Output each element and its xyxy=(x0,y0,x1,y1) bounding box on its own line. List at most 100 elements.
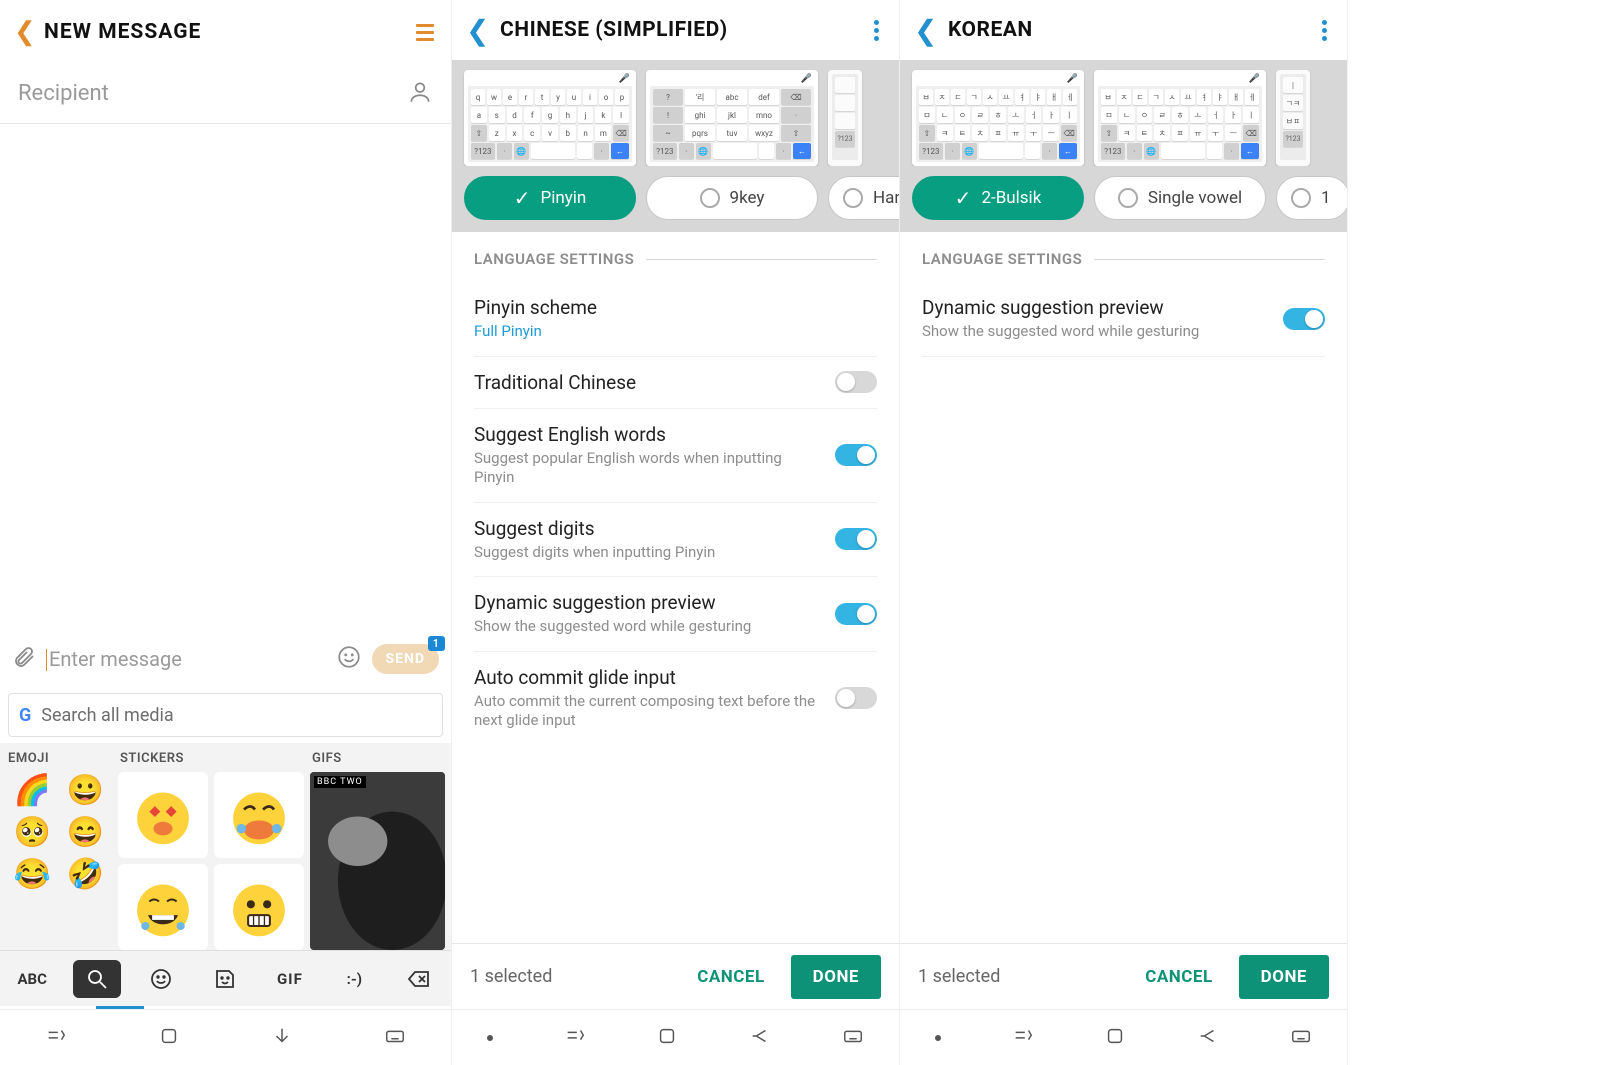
emoji-item[interactable]: 😂 xyxy=(12,860,53,890)
header: ❮ CHINESE (SIMPLIFIED) xyxy=(452,0,899,60)
setting-suggest-english[interactable]: Suggest English words Suggest popular En… xyxy=(474,409,877,503)
selection-count: 1 selected xyxy=(918,966,1119,987)
chip-9key[interactable]: 9key xyxy=(646,176,818,220)
sticker-item[interactable] xyxy=(214,772,304,858)
setting-title: Pinyin scheme xyxy=(474,296,877,319)
setting-subtitle: Show the suggested word while gesturing xyxy=(474,617,821,637)
toggle[interactable] xyxy=(835,528,877,550)
page-title: CHINESE (SIMPLIFIED) xyxy=(500,18,868,42)
text-face-key[interactable]: :-) xyxy=(330,960,378,998)
nav-back-icon[interactable] xyxy=(271,1025,293,1051)
system-nav-bar xyxy=(0,1009,451,1065)
emoji-key-icon[interactable] xyxy=(137,960,185,998)
cancel-button[interactable]: CANCEL xyxy=(1129,957,1228,997)
keyboard-thumb-single-vowel[interactable]: 🎤 ㅂㅈㄷㄱㅅㅛㅕㅑㅐㅔ ㅁㄴㅇㄹㅎㅗㅓㅏㅣ ⇧ㅋㅌㅊㅍㅠㅜㅡ⌫ ?123·🌐·… xyxy=(1094,70,1266,166)
panel-new-message: ❮ NEW MESSAGE Recipient Enter message SE… xyxy=(0,0,452,1065)
keyboard-thumb-qwerty[interactable]: 🎤 qwertyuiop asdfghjkl ⇧zxcvbnm⌫ ?123·🌐·… xyxy=(464,70,636,166)
nav-back-icon[interactable] xyxy=(749,1025,771,1051)
setting-traditional-chinese[interactable]: Traditional Chinese xyxy=(474,357,877,409)
menu-icon[interactable] xyxy=(413,24,437,41)
chip-handwriting[interactable]: Han xyxy=(828,176,899,220)
google-logo-icon: G xyxy=(19,705,31,726)
sticker-item[interactable] xyxy=(118,864,208,950)
sticker-item[interactable] xyxy=(118,772,208,858)
chip-label: 2-Bulsik xyxy=(981,188,1041,208)
emoji-item[interactable]: 🌈 xyxy=(12,776,53,806)
compose-input[interactable]: Enter message xyxy=(46,647,326,672)
nav-home-icon[interactable] xyxy=(1104,1025,1126,1051)
abc-key[interactable]: ABC xyxy=(8,960,56,998)
keyboard-thumb-peek[interactable]: ?123 xyxy=(828,70,862,166)
chip-pinyin[interactable]: ✓Pinyin xyxy=(464,176,636,220)
emoji-grid: 🌈 😀 🥺 😄 😂 🤣 xyxy=(6,772,112,894)
keyboard-thumb-2bulsik[interactable]: 🎤 ㅂㅈㄷㄱㅅㅛㅕㅑㅐㅔ ㅁㄴㅇㄹㅎㅗㅓㅏㅣ ⇧ㅋㅌㅊㅍㅠㅜㅡ⌫ ?123·🌐·… xyxy=(912,70,1084,166)
gif-key[interactable]: GIF xyxy=(266,960,314,998)
header: ❮ NEW MESSAGE xyxy=(0,0,451,64)
chip-peek[interactable]: 1 xyxy=(1276,176,1347,220)
nav-keyboard-icon[interactable] xyxy=(842,1025,864,1051)
toggle[interactable] xyxy=(835,603,877,625)
overflow-menu-icon[interactable] xyxy=(1316,14,1333,47)
keyboard-thumb-9key[interactable]: 🎤 ?'리abcdef⌫ !ghijklmno· ~pqrstuvwxyz⇧ ?… xyxy=(646,70,818,166)
back-icon[interactable]: ❮ xyxy=(914,14,948,47)
overflow-menu-icon[interactable] xyxy=(868,14,885,47)
emoji-item[interactable]: 😄 xyxy=(65,818,106,848)
emoji-item[interactable]: 😀 xyxy=(65,776,106,806)
search-key[interactable] xyxy=(73,960,121,998)
back-icon[interactable]: ❮ xyxy=(14,17,44,47)
footer: 1 selected CANCEL DONE xyxy=(900,943,1347,1009)
compose-placeholder: Enter message xyxy=(49,647,182,671)
toggle[interactable] xyxy=(835,444,877,466)
media-search-row[interactable]: G Search all media xyxy=(8,693,443,737)
sticker-item[interactable] xyxy=(214,864,304,950)
chip-label: 9key xyxy=(730,188,765,208)
chip-2bulsik[interactable]: ✓2-Bulsik xyxy=(912,176,1084,220)
toggle[interactable] xyxy=(835,371,877,393)
contact-picker-icon[interactable] xyxy=(407,79,433,109)
setting-subtitle: Suggest popular English words when input… xyxy=(474,449,821,488)
nav-keyboard-icon[interactable] xyxy=(384,1025,406,1051)
toggle[interactable] xyxy=(835,687,877,709)
emoji-item[interactable]: 🤣 xyxy=(65,860,106,890)
cancel-button[interactable]: CANCEL xyxy=(681,957,780,997)
emoji-item[interactable]: 🥺 xyxy=(12,818,53,848)
attach-icon[interactable] xyxy=(12,645,36,673)
nav-keyboard-icon[interactable] xyxy=(1290,1025,1312,1051)
nav-home-icon[interactable] xyxy=(656,1025,678,1051)
setting-title: Dynamic suggestion preview xyxy=(474,591,821,614)
setting-pinyin-scheme[interactable]: Pinyin scheme Full Pinyin xyxy=(474,282,877,357)
toggle[interactable] xyxy=(1283,308,1325,330)
back-icon[interactable]: ❮ xyxy=(466,14,500,47)
setting-dynamic-preview[interactable]: Dynamic suggestion preview Show the sugg… xyxy=(922,282,1325,357)
gifs-column: GIFS BBC TWO xyxy=(310,747,445,950)
setting-dynamic-preview[interactable]: Dynamic suggestion preview Show the sugg… xyxy=(474,577,877,652)
send-badge: 1 xyxy=(428,636,445,651)
settings-list: LANGUAGE SETTINGS Pinyin scheme Full Pin… xyxy=(452,232,899,943)
gif-item[interactable]: BBC TWO xyxy=(310,772,445,950)
keyboard-thumb-peek[interactable]: | ㄱㅋ ㅂㅍ ?123 xyxy=(1276,70,1310,166)
layout-chip-row: ✓2-Bulsik Single vowel 1 xyxy=(900,166,1347,232)
send-button[interactable]: SEND 1 xyxy=(372,644,439,674)
setting-subtitle: Auto commit the current composing text b… xyxy=(474,692,821,731)
done-button[interactable]: DONE xyxy=(1239,955,1329,999)
setting-auto-commit[interactable]: Auto commit glide input Auto commit the … xyxy=(474,652,877,745)
nav-recents-icon[interactable] xyxy=(45,1025,67,1051)
nav-back-icon[interactable] xyxy=(1197,1025,1219,1051)
nav-recents-icon[interactable] xyxy=(564,1025,586,1051)
emoji-icon[interactable] xyxy=(336,644,362,674)
system-nav-bar xyxy=(900,1009,1347,1065)
setting-suggest-digits[interactable]: Suggest digits Suggest digits when input… xyxy=(474,503,877,578)
recipient-input[interactable]: Recipient xyxy=(18,81,407,106)
emoji-tab-label[interactable]: EMOJI xyxy=(6,747,112,772)
nav-recents-icon[interactable] xyxy=(1012,1025,1034,1051)
nav-home-icon[interactable] xyxy=(158,1025,180,1051)
stickers-tab-label[interactable]: STICKERS xyxy=(118,747,304,772)
setting-subtitle: Show the suggested word while gesturing xyxy=(922,322,1269,342)
chip-single-vowel[interactable]: Single vowel xyxy=(1094,176,1266,220)
done-button[interactable]: DONE xyxy=(791,955,881,999)
sticker-key-icon[interactable] xyxy=(201,960,249,998)
system-nav-bar xyxy=(452,1009,899,1065)
setting-subtitle: Suggest digits when inputting Pinyin xyxy=(474,543,821,563)
gifs-tab-label[interactable]: GIFS xyxy=(310,747,445,772)
backspace-key-icon[interactable] xyxy=(395,960,443,998)
